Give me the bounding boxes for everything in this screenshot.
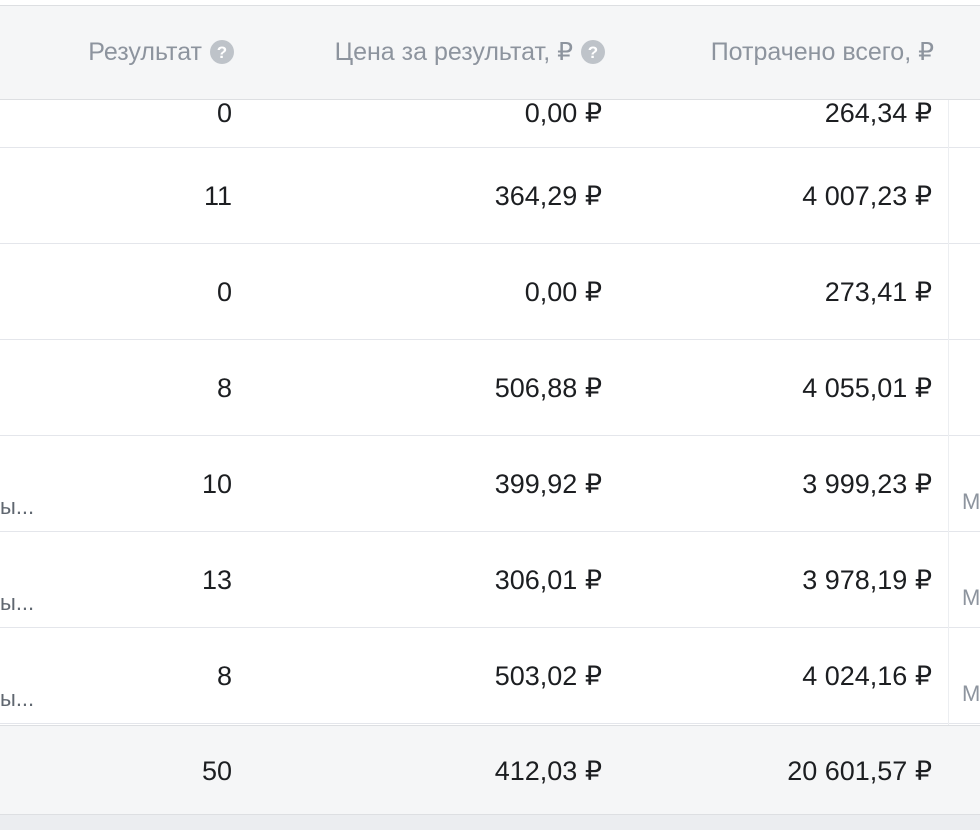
cell-result: 11: [203, 181, 232, 211]
table-row[interactable]: ы... 8 503,02 ₽ 4 024,16 ₽ М: [0, 628, 980, 724]
table-body: 0 0,00 ₽ 264,34 ₽ 11 364,29 ₽ 4 007,23 ₽…: [0, 100, 980, 725]
cell-amount-spent: 4 007,23 ₽: [802, 181, 932, 211]
cell-result: 0: [216, 277, 232, 307]
column-header-spent-label: Потрачено всего, ₽: [710, 38, 934, 66]
cell-amount-spent: 264,34 ₽: [824, 100, 932, 128]
cell-truncated-text: М: [962, 681, 980, 706]
ads-results-table: Результат ? Цена за результат, ₽ ? Потра…: [0, 0, 980, 830]
table-row[interactable]: 11 364,29 ₽ 4 007,23 ₽: [0, 148, 980, 244]
table-row[interactable]: 8 506,88 ₽ 4 055,01 ₽: [0, 340, 980, 436]
cell-cost-per-result: 503,02 ₽: [494, 661, 602, 691]
cell-cost-per-result: 0,00 ₽: [524, 100, 602, 128]
table-row[interactable]: 0 0,00 ₽ 264,34 ₽: [0, 100, 980, 148]
cell-amount-spent: 273,41 ₽: [824, 277, 932, 307]
table-row[interactable]: 0 0,00 ₽ 273,41 ₽: [0, 244, 980, 340]
cell-truncated-text: М: [962, 489, 980, 514]
column-header-cost-per-result[interactable]: Цена за результат, ₽ ?: [335, 30, 605, 74]
cell-truncated-text: ы...: [0, 494, 35, 519]
help-icon[interactable]: ?: [210, 40, 234, 64]
cell-amount-spent: 3 978,19 ₽: [802, 565, 932, 595]
total-result: 50: [201, 756, 232, 786]
cell-result: 8: [216, 373, 232, 403]
total-amount-spent: 20 601,57 ₽: [787, 756, 932, 786]
cell-truncated-text: ы...: [0, 686, 35, 711]
cell-cost-per-result: 306,01 ₽: [494, 565, 602, 595]
cell-cost-per-result: 0,00 ₽: [524, 277, 602, 307]
cell-result: 10: [201, 469, 232, 499]
column-header-result-label: Результат: [88, 37, 202, 66]
cell-cost-per-result: 399,92 ₽: [494, 469, 602, 499]
column-header-amount-spent[interactable]: Потрачено всего, ₽: [711, 30, 934, 74]
cell-result: 13: [201, 565, 232, 595]
total-cost-per-result: 412,03 ₽: [494, 756, 602, 786]
column-header-result[interactable]: Результат ?: [88, 30, 234, 74]
totals-row: 50 412,03 ₽ 20 601,57 ₽: [0, 725, 980, 815]
header-top-border: [0, 0, 980, 6]
table-row[interactable]: ы... 10 399,92 ₽ 3 999,23 ₽ М: [0, 436, 980, 532]
cell-truncated-text: ы...: [0, 590, 35, 615]
cell-amount-spent: 4 024,16 ₽: [802, 661, 932, 691]
table-row[interactable]: ы... 13 306,01 ₽ 3 978,19 ₽ М: [0, 532, 980, 628]
table-header: Результат ? Цена за результат, ₽ ? Потра…: [0, 0, 980, 100]
cell-cost-per-result: 364,29 ₽: [494, 181, 602, 211]
help-icon[interactable]: ?: [581, 40, 605, 64]
cell-amount-spent: 4 055,01 ₽: [802, 373, 932, 403]
cell-amount-spent: 3 999,23 ₽: [802, 469, 932, 499]
cell-result: 8: [216, 661, 232, 691]
cell-cost-per-result: 506,88 ₽: [494, 373, 602, 403]
cell-result: 0: [216, 100, 232, 128]
column-divider: [948, 100, 949, 725]
column-header-cost-label: Цена за результат, ₽: [334, 38, 573, 66]
cell-truncated-text: М: [962, 585, 980, 610]
horizontal-scrollbar[interactable]: [0, 815, 980, 830]
